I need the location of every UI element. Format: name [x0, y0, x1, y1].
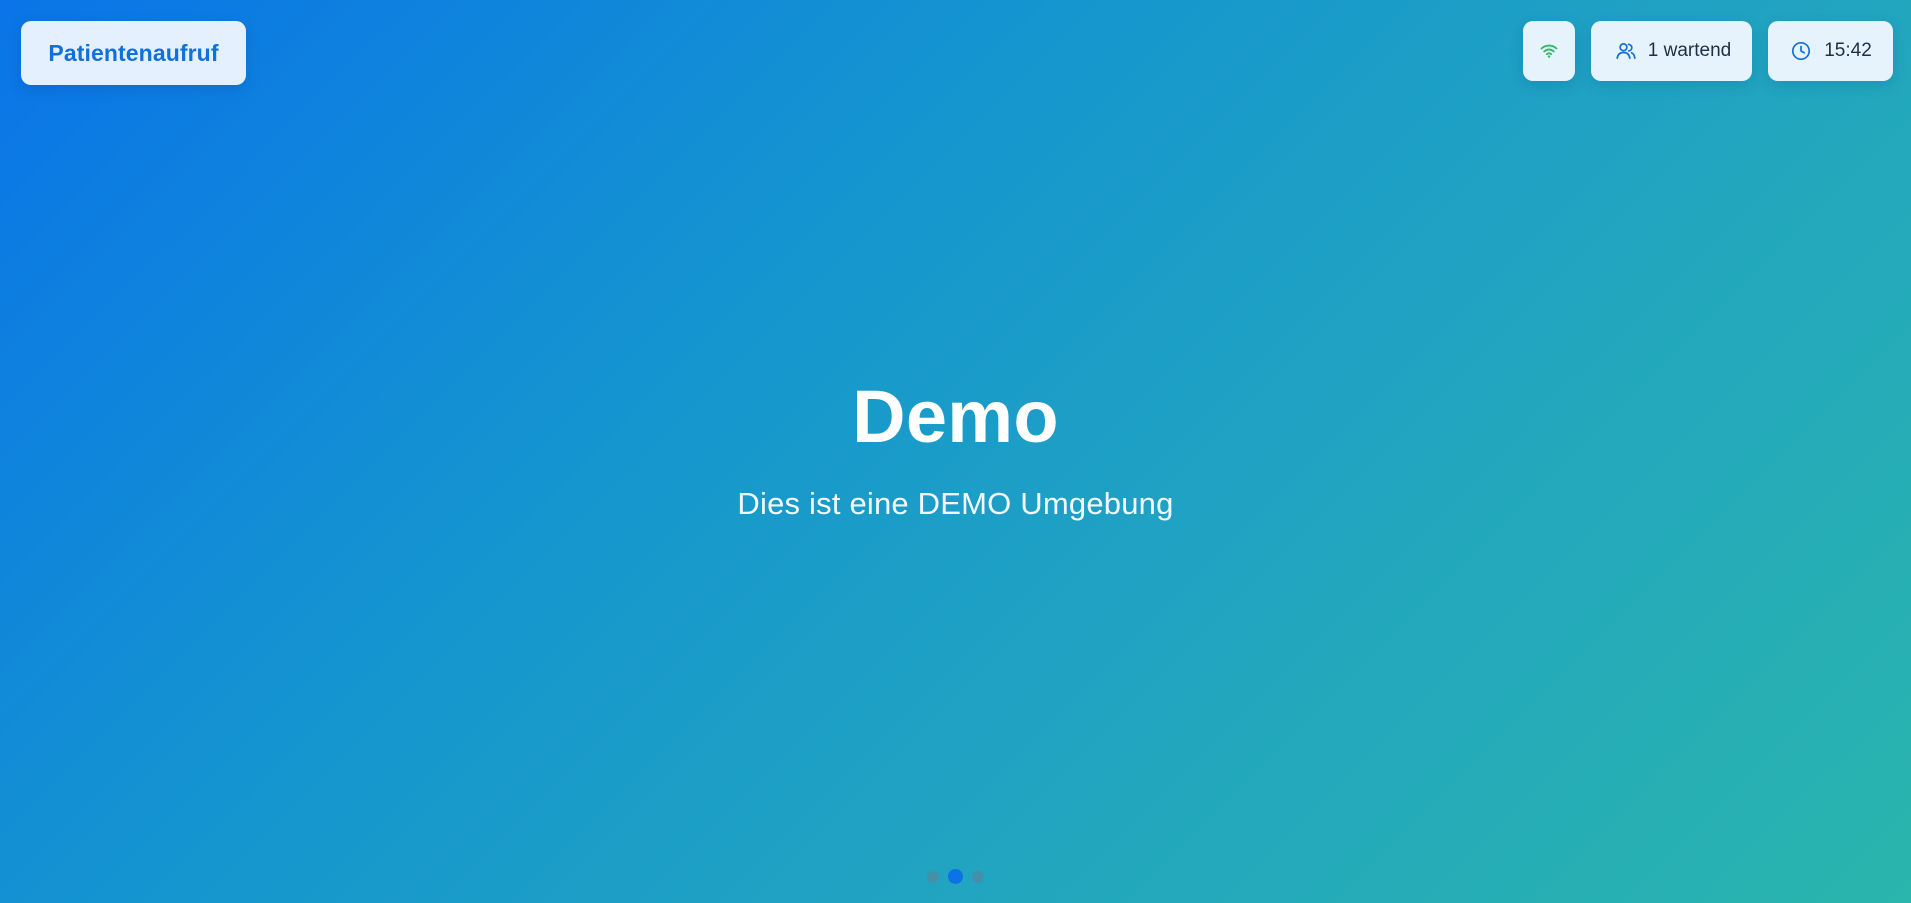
- status-bar: 1 wartend 15:42: [1523, 21, 1893, 81]
- slide-title: Demo: [852, 375, 1059, 458]
- brand-badge: Patientenaufruf: [21, 21, 246, 85]
- wifi-icon: [1540, 44, 1558, 58]
- waiting-text: 1 wartend: [1647, 40, 1732, 61]
- users-icon: [1616, 42, 1636, 60]
- waiting-count: 1 wartend: [1591, 21, 1752, 81]
- patient-call-display: Patientenaufruf 1 wartend 15:42 Demo Die…: [0, 0, 1911, 903]
- slide-pagination: [0, 869, 1911, 884]
- time-text: 15:42: [1824, 40, 1872, 61]
- slide-content: Demo Dies ist eine DEMO Umgebung: [0, 375, 1911, 521]
- clock-icon: [1791, 41, 1811, 61]
- connection-status: [1523, 21, 1575, 81]
- slide-subtitle: Dies ist eine DEMO Umgebung: [737, 486, 1174, 521]
- clock-display: 15:42: [1768, 21, 1893, 81]
- pagination-dot-2-active[interactable]: [948, 869, 963, 884]
- pagination-dot-3[interactable]: [972, 871, 984, 883]
- brand-label: Patientenaufruf: [48, 39, 219, 66]
- pagination-dot-1[interactable]: [927, 871, 939, 883]
